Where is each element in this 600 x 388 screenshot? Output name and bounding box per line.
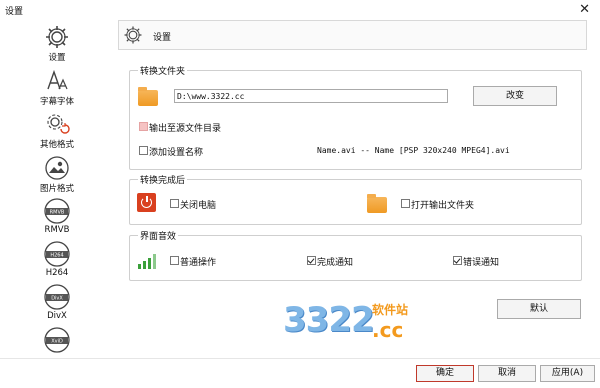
gear-icon (124, 26, 142, 44)
sidebar-item-subtitle-font[interactable]: 字幕字体 (30, 68, 84, 107)
settings-window: 设置 ✕ 设置 字幕字体 其他格式 图片格式 RMVB RMVB H264 H2… (0, 0, 600, 388)
folder-icon (367, 194, 387, 213)
folder-icon[interactable] (138, 87, 158, 106)
watermark-cc-text: .cc (372, 318, 404, 342)
open-output-folder-checkbox[interactable] (401, 199, 410, 208)
page-title: 设置 (153, 33, 172, 43)
open-output-folder-label: 打开输出文件夹 (411, 201, 475, 211)
sidebar-item-label: 图片格式 (39, 184, 74, 194)
close-icon[interactable]: ✕ (579, 2, 590, 17)
svg-text:H264: H264 (50, 253, 63, 259)
normal-operation-label: 普通操作 (180, 258, 217, 268)
xvid-icon: XviD (44, 327, 70, 353)
h264-icon: H264 (44, 241, 70, 267)
output-to-source-checkbox[interactable] (139, 122, 148, 131)
sidebar-item-label: 其他格式 (39, 140, 74, 150)
default-button[interactable]: 默认 (497, 299, 581, 319)
cancel-button[interactable]: 取消 (478, 365, 536, 382)
font-icon (47, 69, 68, 90)
sidebar-item-divx[interactable]: DivX DivX (30, 284, 84, 321)
output-path-field[interactable]: D:\www.3322.cc (174, 89, 448, 103)
sidebar-item-h264[interactable]: H264 H264 (30, 241, 84, 278)
sidebar-item-xvid[interactable]: XviD (30, 327, 84, 353)
complete-notify-label: 完成通知 (317, 258, 354, 268)
sidebar-item-image-formats[interactable]: 图片格式 (30, 155, 84, 194)
svg-text:DivX: DivX (51, 296, 63, 302)
output-to-source-label: 输出至源文件目录 (149, 124, 222, 134)
sidebar-item-label: 字幕字体 (39, 97, 74, 107)
signal-icon (138, 254, 156, 269)
normal-operation-checkbox[interactable] (170, 256, 179, 265)
sidebar-item-label: RMVB (44, 225, 70, 235)
convert-folder-legend: 转换文件夹 (140, 67, 186, 77)
apply-button[interactable]: 应用(A) (540, 365, 595, 382)
sidebar-item-other-formats[interactable]: 其他格式 (30, 111, 84, 150)
error-notify-label: 错误通知 (463, 258, 500, 268)
add-setting-name-label: 添加设置名称 (149, 148, 204, 158)
watermark-cn-text: 软件站 (372, 303, 409, 317)
svg-text:RMVB: RMVB (50, 210, 65, 216)
divx-icon: DivX (44, 284, 70, 310)
sidebar-item-label: 设置 (48, 53, 66, 63)
power-icon (137, 193, 156, 212)
change-folder-button[interactable]: 改变 (473, 86, 557, 106)
shutdown-label: 关闭电脑 (180, 201, 217, 211)
gear-refresh-icon (47, 114, 70, 134)
settings-header: 设置 (118, 20, 587, 50)
sidebar-item-label: DivX (47, 311, 67, 321)
gear-icon (46, 26, 68, 48)
interface-sound-legend: 界面音效 (140, 232, 177, 242)
shutdown-checkbox[interactable] (170, 199, 179, 208)
window-title: 设置 (5, 7, 24, 17)
title-bar: 设置 ✕ (0, 0, 600, 20)
sidebar-item-label: H264 (45, 268, 69, 278)
sidebar-item-settings[interactable]: 设置 (30, 24, 84, 63)
image-icon (45, 156, 69, 180)
name-example-text: Name.avi -- Name [PSP 320x240 MPEG4].avi (317, 146, 510, 155)
error-notify-checkbox[interactable] (453, 256, 462, 265)
after-convert-legend: 转换完成后 (140, 176, 186, 186)
watermark-logo: 3322 (283, 300, 375, 340)
complete-notify-checkbox[interactable] (307, 256, 316, 265)
rmvb-icon: RMVB (44, 198, 70, 224)
ok-button[interactable]: 确定 (416, 365, 474, 382)
sidebar: 设置 字幕字体 其他格式 图片格式 RMVB RMVB H264 H264 Di… (0, 20, 118, 375)
add-setting-name-checkbox[interactable] (139, 146, 148, 155)
svg-text:XviD: XviD (51, 339, 63, 345)
sidebar-item-rmvb[interactable]: RMVB RMVB (30, 198, 84, 235)
